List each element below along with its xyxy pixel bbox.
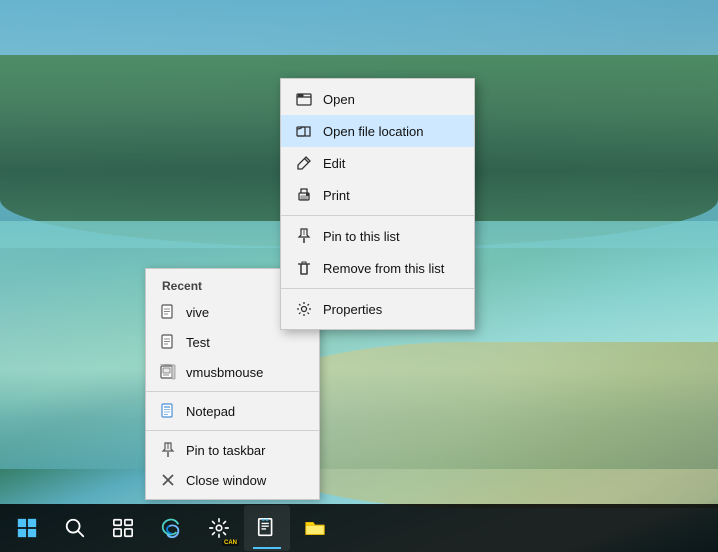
edge-icon — [160, 517, 182, 539]
open-label: Open — [323, 92, 355, 107]
notepad-app-icon — [256, 517, 278, 539]
file-location-icon — [295, 122, 313, 140]
context-menu-properties[interactable]: Properties — [281, 293, 474, 325]
pin-taskbar-label: Pin to taskbar — [186, 443, 266, 458]
pin-icon — [158, 440, 178, 460]
context-menu-edit[interactable]: Edit — [281, 147, 474, 179]
taskbar: CAN — [0, 504, 718, 552]
search-icon — [64, 517, 86, 539]
pin-taskbar-item[interactable]: Pin to taskbar — [146, 435, 319, 465]
context-menu-remove-list[interactable]: Remove from this list — [281, 252, 474, 284]
document-icon — [158, 332, 178, 352]
close-icon — [158, 470, 178, 490]
close-window-item[interactable]: Close window — [146, 465, 319, 495]
context-menu-pin-list[interactable]: Pin to this list — [281, 220, 474, 252]
context-menu-print[interactable]: Print — [281, 179, 474, 211]
menu-divider — [146, 430, 319, 431]
task-view-icon — [112, 517, 134, 539]
windows-logo-icon — [16, 517, 38, 539]
can-badge: CAN — [222, 540, 239, 546]
context-menu-open[interactable]: Open — [281, 83, 474, 115]
list-item[interactable]: Notepad — [146, 396, 319, 426]
properties-icon — [295, 300, 313, 318]
menu-divider — [281, 288, 474, 289]
notepad-icon — [158, 401, 178, 421]
search-button[interactable] — [52, 505, 98, 551]
remove-list-label: Remove from this list — [323, 261, 444, 276]
pin-list-label: Pin to this list — [323, 229, 400, 244]
list-item[interactable]: vmusbmouse — [146, 357, 319, 387]
edit-icon — [295, 154, 313, 172]
trash-icon — [295, 259, 313, 277]
open-file-location-label: Open file location — [323, 124, 423, 139]
document-image-icon — [158, 362, 178, 382]
start-button[interactable] — [4, 505, 50, 551]
edge-button[interactable] — [148, 505, 194, 551]
close-window-label: Close window — [186, 473, 266, 488]
settings-icon — [208, 517, 230, 539]
notepad-button[interactable] — [244, 505, 290, 551]
print-label: Print — [323, 188, 350, 203]
folder-icon — [304, 517, 326, 539]
menu-divider — [281, 215, 474, 216]
recent-item-label: vmusbmouse — [186, 365, 263, 380]
recent-item-label: vive — [186, 305, 209, 320]
context-menu: Open Open file location Edit — [280, 78, 475, 330]
document-icon — [158, 302, 178, 322]
edit-label: Edit — [323, 156, 345, 171]
properties-label: Properties — [323, 302, 382, 317]
pin-list-icon — [295, 227, 313, 245]
file-explorer-button[interactable] — [292, 505, 338, 551]
window-icon — [295, 90, 313, 108]
list-item[interactable]: Test — [146, 327, 319, 357]
print-icon — [295, 186, 313, 204]
recent-item-label: Test — [186, 335, 210, 350]
task-view-button[interactable] — [100, 505, 146, 551]
recent-item-label: Notepad — [186, 404, 235, 419]
context-menu-open-file-location[interactable]: Open file location — [281, 115, 474, 147]
settings-button[interactable]: CAN — [196, 505, 242, 551]
menu-divider — [146, 391, 319, 392]
